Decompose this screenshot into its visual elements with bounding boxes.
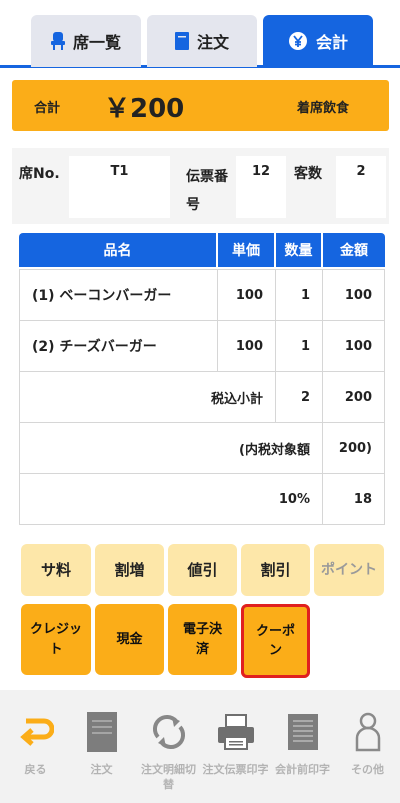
refresh-icon xyxy=(150,712,188,752)
cash-button[interactable]: 現金 xyxy=(95,604,164,675)
table-row-item-name[interactable]: (2) チーズバーガー xyxy=(19,320,218,372)
total-amount: ￥200 xyxy=(104,94,185,124)
printer-icon xyxy=(216,712,256,752)
subtotal-quantity: 2 xyxy=(275,371,323,423)
print-pre-checkout-button[interactable]: 会計前印字 xyxy=(269,690,336,803)
tax-rate: 10% xyxy=(19,473,323,525)
points-button[interactable]: ポイント xyxy=(314,544,384,596)
subtotal-amount: 200 xyxy=(322,371,385,423)
coupon-button[interactable]: クーポン xyxy=(241,604,310,678)
dining-type: 着席飲食 xyxy=(296,101,349,116)
surcharge-button[interactable]: 割増 xyxy=(95,544,164,596)
order-detail-toggle-button[interactable]: 注文明細切替 xyxy=(135,690,202,803)
guests-value: 2 xyxy=(336,156,386,218)
slip-value: 12 xyxy=(236,156,286,218)
tab-bar: 席一覧 注文 会計 xyxy=(0,0,400,68)
tab-label: 会計 xyxy=(315,33,348,52)
table-row-item-name[interactable]: (1) ベーコンバーガー xyxy=(19,269,218,321)
footer-label: 注文伝票印字 xyxy=(202,763,269,776)
document-icon xyxy=(86,712,117,752)
chair-icon xyxy=(50,32,65,50)
back-button[interactable]: 戻る xyxy=(2,690,69,803)
e-payment-button[interactable]: 電子決済 xyxy=(168,604,237,675)
price-discount-button[interactable]: 値引 xyxy=(168,544,237,596)
print-order-slip-button[interactable]: 注文伝票印字 xyxy=(202,690,269,803)
tab-order[interactable]: 注文 xyxy=(147,15,257,67)
footer-label: 注文明細切替 xyxy=(141,763,196,792)
other-button[interactable]: その他 xyxy=(334,690,400,803)
footer-toolbar: 戻る 注文 注文明細切替 注文伝票印字 会計前印字 その他 xyxy=(0,690,400,803)
footer-label: 会計前印字 xyxy=(275,763,330,776)
table-row-amount: 100 xyxy=(322,320,385,372)
tab-checkout[interactable]: 会計 xyxy=(263,15,373,67)
taxable-label: (内税対象額 xyxy=(19,422,323,474)
table-row-quantity: 1 xyxy=(275,269,323,321)
header-quantity: 数量 xyxy=(276,233,321,267)
tab-label: 注文 xyxy=(196,33,229,52)
order-button[interactable]: 注文 xyxy=(68,690,135,803)
header-unit-price: 単価 xyxy=(218,233,274,267)
seat-value: T1 xyxy=(69,156,170,218)
subtotal-label: 税込小計 xyxy=(19,371,276,423)
slip-label: 伝票番号 xyxy=(186,169,228,213)
taxable-amount: 200) xyxy=(322,422,385,474)
tab-label: 席一覧 xyxy=(72,33,121,52)
receipt-icon xyxy=(286,712,320,752)
seat-label: 席No. xyxy=(19,166,60,182)
menu-book-icon xyxy=(174,32,189,50)
service-charge-button[interactable]: サ料 xyxy=(21,544,91,596)
total-label: 合計 xyxy=(34,101,61,116)
footer-label: 注文 xyxy=(90,763,113,776)
footer-label: その他 xyxy=(351,763,384,776)
header-item-name: 品名 xyxy=(19,233,216,267)
percent-discount-button[interactable]: 割引 xyxy=(241,544,310,596)
table-row-unit-price: 100 xyxy=(217,320,276,372)
return-arrow-icon xyxy=(18,712,54,752)
table-row-quantity: 1 xyxy=(275,320,323,372)
yen-coin-icon xyxy=(288,31,308,51)
person-icon xyxy=(354,712,382,752)
table-row-unit-price: 100 xyxy=(217,269,276,321)
order-table: 品名 単価 数量 金額 (1) ベーコンバーガー 100 1 100 (2) チ… xyxy=(19,233,385,525)
table-row-amount: 100 xyxy=(322,269,385,321)
total-bar: 合計 ￥200 着席飲食 xyxy=(12,80,389,131)
footer-label: 戻る xyxy=(24,763,47,776)
tab-seat-list[interactable]: 席一覧 xyxy=(31,15,141,67)
tax-amount: 18 xyxy=(322,473,385,525)
header-amount: 金額 xyxy=(323,233,385,267)
credit-button[interactable]: クレジット xyxy=(21,604,91,675)
guests-label: 客数 xyxy=(294,166,322,182)
